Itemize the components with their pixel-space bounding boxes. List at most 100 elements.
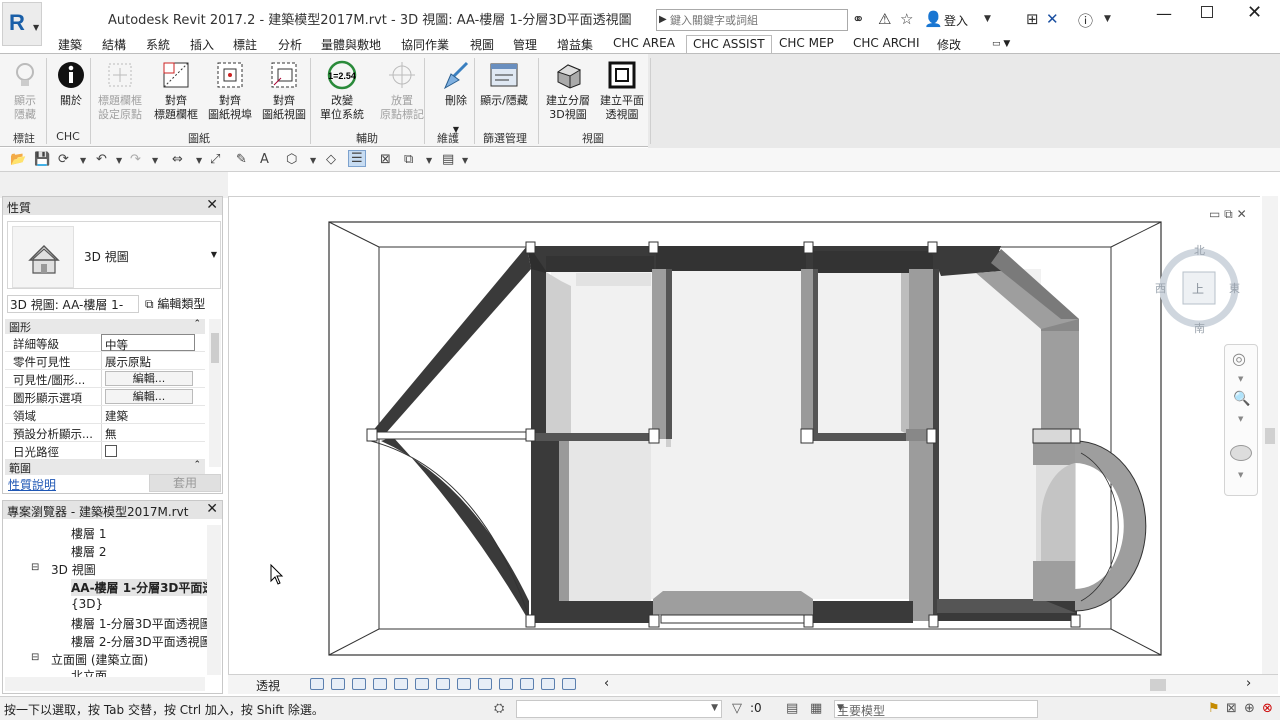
design-options-icon[interactable]: ▦ [810, 701, 822, 716]
render-icon[interactable] [373, 678, 387, 690]
select-pinned-icon[interactable]: ⊕ [1244, 701, 1255, 716]
edit-button[interactable]: 編輯... [105, 389, 193, 404]
expand-arrow-icon[interactable]: ▶ [659, 14, 667, 25]
search-input[interactable] [670, 11, 845, 29]
analytical-model-icon[interactable] [541, 678, 555, 690]
collapse-toggle-icon[interactable]: ⊟ [31, 652, 39, 663]
orbit-icon[interactable] [1230, 445, 1252, 461]
type-selector[interactable]: 3D 視圖 ▼ [7, 221, 221, 289]
reveal-hidden-icon[interactable] [478, 678, 492, 690]
ribbon-button[interactable]: 顯示 隱藏 [4, 60, 46, 122]
maximize-button[interactable] [1201, 6, 1213, 18]
ribbon-button[interactable]: 對齊 標題欄框 [148, 60, 204, 122]
browser-horizontal-scrollbar[interactable] [5, 677, 205, 691]
close-icon[interactable]: ✕ [206, 197, 218, 213]
thin-lines-icon[interactable]: ☰ [348, 150, 366, 167]
perspective-plan-view[interactable] [229, 197, 1261, 675]
ribbon-tab[interactable]: 增益集 [557, 36, 593, 53]
chevron-down-icon[interactable]: ▼ [152, 156, 158, 165]
chevron-down-icon[interactable]: ▼ [1238, 375, 1243, 383]
user-icon[interactable]: 👤 [924, 10, 943, 28]
binoculars-icon[interactable]: ⚭ [852, 10, 865, 28]
close-view-icon[interactable]: ✕ [1237, 207, 1247, 221]
edit-type-button[interactable]: ⧉ 編輯類型 [145, 295, 205, 312]
highlight-displacement-icon[interactable] [562, 678, 576, 690]
sun-path-checkbox[interactable] [105, 445, 117, 457]
ribbon-tab[interactable]: CHC ASSIST [686, 35, 772, 54]
group-graphics[interactable]: 圖形 ⌃ [5, 319, 205, 334]
select-links-icon[interactable]: ⚑ [1208, 701, 1220, 716]
property-value[interactable]: 無 [101, 424, 195, 441]
select-underlay-icon[interactable]: ⊠ [1226, 701, 1237, 716]
close-hidden-windows-icon[interactable]: ⊠ [380, 152, 391, 167]
viewcube[interactable]: 北 南 東 西 上 [1155, 240, 1243, 336]
ribbon-tab[interactable]: 視圖 [470, 36, 494, 53]
lock-3d-icon[interactable] [436, 678, 450, 690]
chevron-down-icon[interactable]: ▼ [711, 703, 718, 713]
editable-only-icon[interactable]: ▤ [786, 701, 798, 716]
minimize-button[interactable]: — [1156, 4, 1172, 23]
chevron-down-icon[interactable]: ▼ [426, 156, 432, 165]
viewcube-top-face[interactable]: 上 [1192, 280, 1204, 297]
sun-path-icon[interactable] [331, 678, 345, 690]
ribbon-tab[interactable]: 結構 [102, 36, 126, 53]
ribbon-tab[interactable]: 建築 [58, 36, 82, 53]
aligned-dimension-icon[interactable]: ⤢ [210, 152, 220, 167]
collapse-icon[interactable]: ⌃ [193, 319, 201, 329]
chevron-down-icon[interactable]: ▼ [984, 14, 991, 24]
measure-icon[interactable]: ⇔ [172, 152, 183, 167]
ribbon-tab[interactable]: 系統 [146, 36, 170, 53]
filter-icon[interactable]: ▽ [732, 701, 742, 716]
exchange-apps-icon[interactable]: ✕ [1046, 10, 1059, 28]
chevron-down-icon[interactable]: ▼ [1104, 14, 1111, 24]
worksets-icon[interactable]: ⛭ [494, 701, 504, 716]
design-option-selector[interactable]: 主要模型 ▼ [834, 700, 1038, 718]
tile-windows-icon[interactable]: ▤ [442, 152, 454, 167]
group-extents[interactable]: 範圍 ⌃ [5, 460, 205, 475]
sync-icon[interactable]: ⟳ [58, 152, 69, 167]
ribbon-tab[interactable]: 分析 [278, 36, 302, 53]
tree-item[interactable]: 北立面 [71, 667, 107, 677]
scroll-right-icon[interactable]: › [1246, 676, 1251, 691]
property-value[interactable] [101, 442, 195, 459]
close-icon[interactable]: ✕ [206, 501, 218, 517]
ribbon-tab[interactable]: 標註 [233, 36, 257, 53]
ribbon-tab[interactable]: 修改 [937, 36, 961, 53]
tree-item[interactable]: 樓層 2 [71, 543, 106, 560]
tree-item[interactable]: AA-樓層 1-分層3D平面透視圖 [71, 579, 207, 596]
tree-item[interactable]: 樓層 2-分層3D平面透視圖 [71, 633, 212, 650]
chevron-down-icon[interactable]: ▼ [116, 156, 122, 165]
drawing-area[interactable]: ▭ ⧉ ✕ [228, 196, 1260, 674]
chevron-down-icon[interactable]: ▼ [310, 156, 316, 165]
steering-wheel-icon[interactable]: ◎ [1232, 349, 1246, 368]
tag-icon[interactable]: ✎ [236, 152, 247, 167]
section-icon[interactable]: ◇ [326, 152, 336, 167]
ribbon-tab[interactable]: CHC AREA [613, 36, 675, 50]
ribbon-button[interactable]: 建立平面 透視圖 [594, 60, 650, 122]
instance-selector[interactable]: 3D 視圖: AA-樓層 1- [7, 295, 139, 313]
chevron-down-icon[interactable]: ▼ [196, 156, 202, 165]
apply-button[interactable]: 套用 [149, 474, 221, 492]
ribbon-tab[interactable]: CHC MEP [779, 36, 834, 50]
restore-view-icon[interactable]: ⧉ [1224, 207, 1233, 221]
tree-item[interactable]: 3D 視圖 [51, 561, 96, 578]
ribbon-tab[interactable]: CHC ARCHI [853, 36, 920, 50]
worksharing-icon[interactable] [499, 678, 513, 690]
chevron-down-icon[interactable]: ▼ [1238, 471, 1243, 479]
workset-selector[interactable]: ▼ [516, 700, 722, 718]
text-icon[interactable]: A [260, 152, 269, 167]
open-icon[interactable]: 📂 [10, 152, 26, 167]
favorites-star-icon[interactable]: ☆ [900, 10, 913, 28]
ribbon-display-toggle-icon[interactable]: ▭ ▼ [992, 39, 1010, 49]
temporary-properties-icon[interactable] [520, 678, 534, 690]
viewcube-east[interactable]: 東 [1229, 280, 1240, 296]
chevron-down-icon[interactable]: ▼ [211, 250, 217, 259]
ribbon-button[interactable]: 顯示/隱藏 [476, 60, 532, 108]
chevron-down-icon[interactable]: ▼ [462, 156, 468, 165]
search-box[interactable]: ▶ [656, 9, 848, 31]
zoom-icon[interactable]: 🔍 [1233, 391, 1250, 407]
browser-vertical-scrollbar[interactable] [207, 525, 221, 675]
ribbon-button[interactable]: 建立分層 3D視圖 [540, 60, 596, 122]
collapse-toggle-icon[interactable]: ⊟ [31, 562, 39, 573]
ribbon-button[interactable]: 對齊 圖紙視埠 [202, 60, 258, 122]
